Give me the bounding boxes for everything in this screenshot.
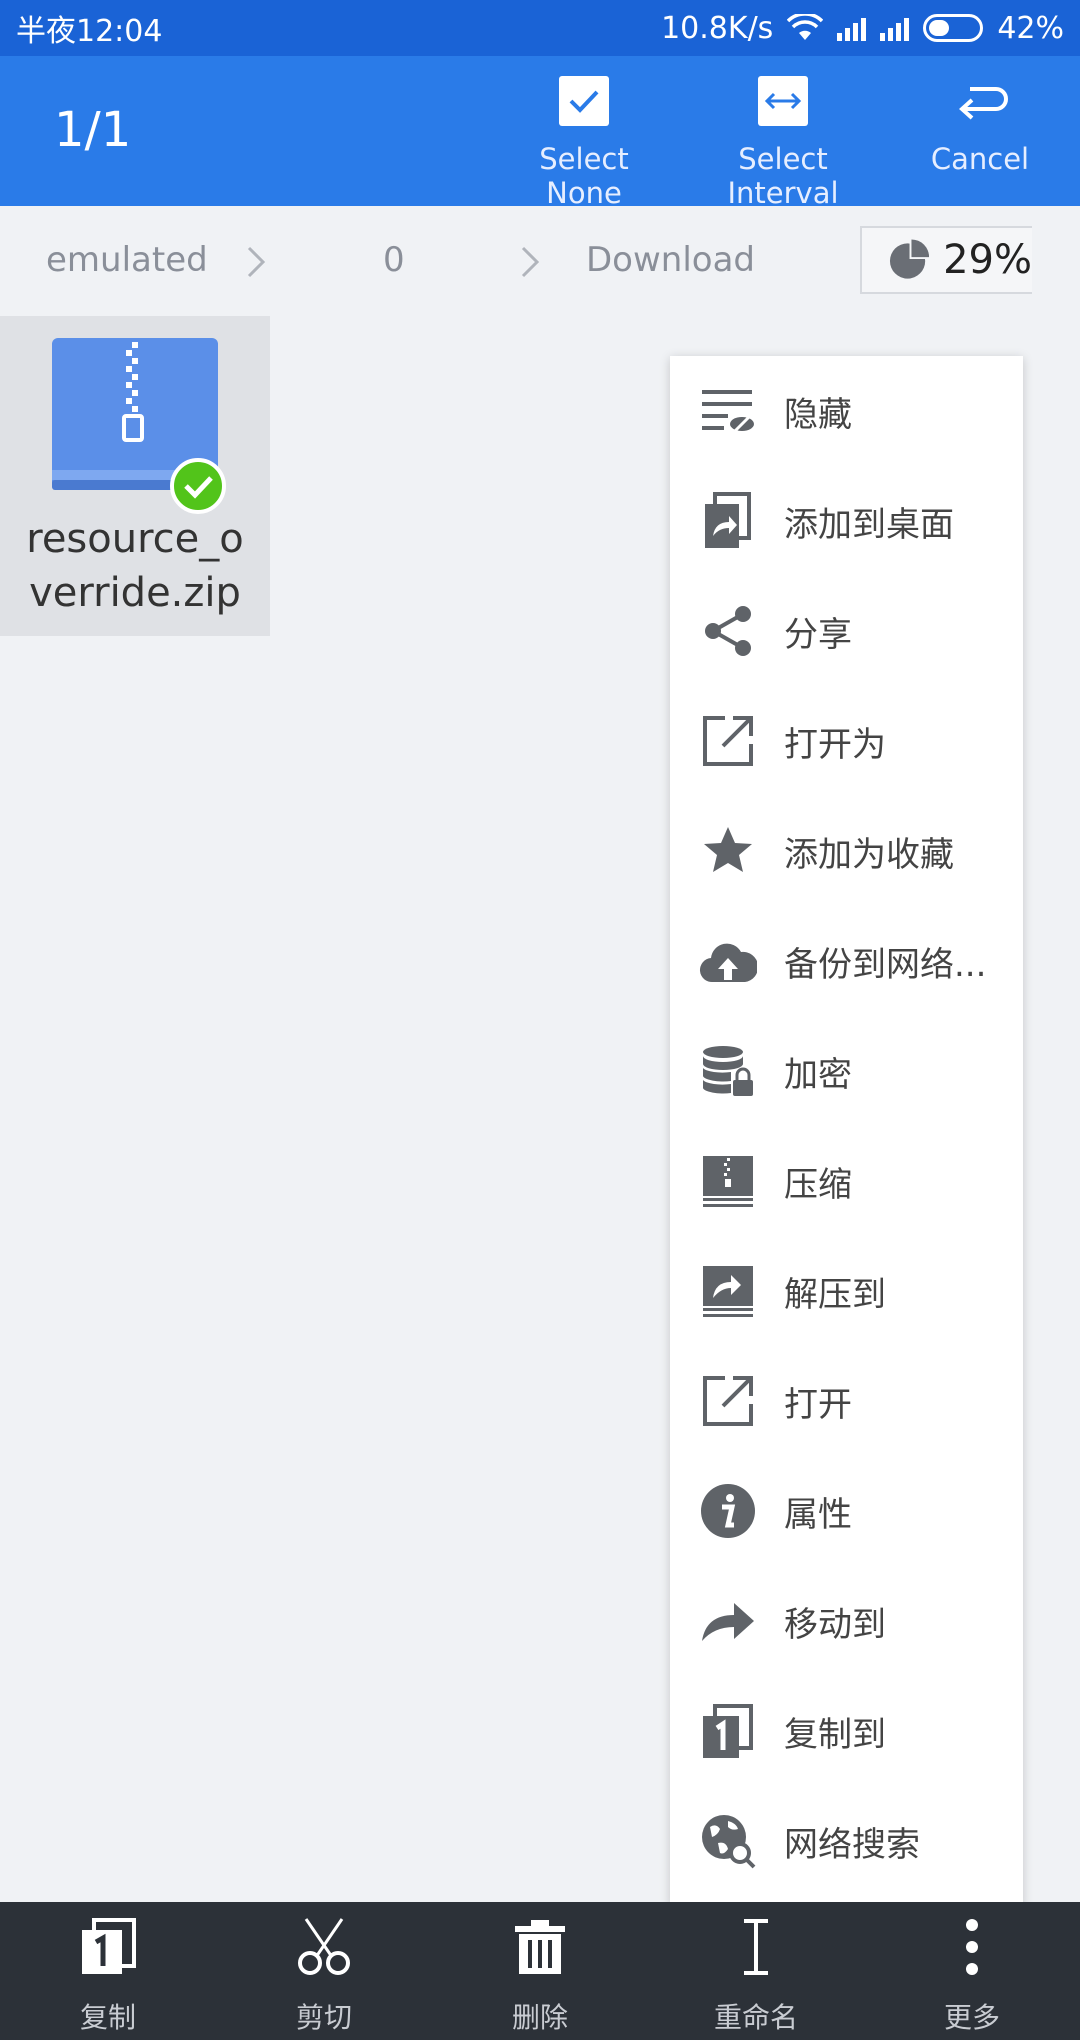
add-to-desktop-icon: [698, 491, 758, 551]
cloud-upload-icon: [698, 931, 758, 991]
rename-button[interactable]: 重命名: [648, 1902, 864, 2040]
menu-item-hide[interactable]: 隐藏: [670, 356, 1023, 466]
more-label: 更多: [943, 2001, 1000, 2034]
open-icon: [698, 1371, 758, 1431]
cancel-button[interactable]: Cancel: [925, 76, 1035, 176]
wifi-icon: [787, 14, 824, 40]
menu-item-encrypt[interactable]: 加密: [670, 1016, 1023, 1126]
menu-item-backup-network[interactable]: 备份到网络...: [670, 906, 1023, 1016]
select-interval-label: Select Interval: [727, 142, 839, 210]
compress-icon: [698, 1151, 758, 1211]
file-item[interactable]: resource_o verride.zip: [0, 316, 270, 636]
menu-item-open-as[interactable]: 打开为: [670, 686, 1023, 796]
select-none-button[interactable]: Select None: [504, 76, 664, 210]
network-speed: 10.8K/s: [661, 10, 774, 46]
selection-count: 1/1: [54, 102, 132, 158]
hide-icon: [698, 381, 758, 441]
menu-item-open[interactable]: 打开: [670, 1346, 1023, 1456]
copy-to-icon: [698, 1701, 758, 1761]
delete-label: 删除: [511, 2001, 568, 2034]
select-interval-button[interactable]: Select Interval: [688, 76, 878, 210]
breadcrumb-0[interactable]: 0: [383, 240, 405, 280]
rename-label: 重命名: [713, 2001, 798, 2034]
encrypt-icon: [698, 1041, 758, 1101]
signal-icon-2: [880, 15, 910, 41]
status-time: 半夜12:04: [16, 14, 163, 49]
checkbox-icon: [559, 76, 609, 126]
select-none-label: Select None: [539, 142, 629, 210]
menu-item-add-favorite[interactable]: 添加为收藏: [670, 796, 1023, 906]
menu-item-share[interactable]: 分享: [670, 576, 1023, 686]
scissors-icon: [289, 1912, 359, 1982]
storage-percent: 29%: [943, 237, 1032, 283]
share-icon: [698, 601, 758, 661]
breadcrumb-emulated[interactable]: emulated: [46, 240, 208, 280]
cut-button[interactable]: 剪切: [216, 1902, 432, 2040]
move-icon: [698, 1591, 758, 1651]
bottom-action-bar: 复制 剪切 删除 重命名 更多: [0, 1902, 1080, 2040]
menu-item-copy-to[interactable]: 复制到: [670, 1676, 1023, 1786]
menu-item-properties[interactable]: 属性: [670, 1456, 1023, 1566]
chevron-right-icon: [521, 246, 540, 278]
battery-icon: [923, 14, 984, 42]
delete-button[interactable]: 删除: [432, 1902, 648, 2040]
chevron-right-icon: [247, 246, 266, 278]
signal-icon: [837, 15, 867, 41]
menu-item-move-to[interactable]: 移动到: [670, 1566, 1023, 1676]
copy-label: 复制: [79, 2001, 136, 2034]
status-bar: 半夜12:04 10.8K/s 42%: [0, 0, 1080, 56]
star-icon: [698, 821, 758, 881]
open-as-icon: [698, 711, 758, 771]
cut-label: 剪切: [295, 2001, 352, 2034]
copy-button[interactable]: 复制: [0, 1902, 216, 2040]
copy-icon: [73, 1912, 143, 1982]
text-cursor-icon: [721, 1912, 791, 1982]
breadcrumb-download[interactable]: Download: [586, 240, 755, 280]
menu-item-extract-to[interactable]: 解压到: [670, 1236, 1023, 1346]
interval-icon: [758, 76, 808, 126]
battery-percent: 42%: [997, 10, 1064, 46]
web-search-icon: [698, 1811, 758, 1871]
menu-item-web-search[interactable]: 网络搜索: [670, 1786, 1023, 1896]
cancel-label: Cancel: [930, 142, 1030, 176]
menu-item-add-to-desktop[interactable]: 添加到桌面: [670, 466, 1023, 576]
more-button[interactable]: 更多: [864, 1902, 1080, 2040]
menu-item-compress[interactable]: 压缩: [670, 1126, 1023, 1236]
undo-icon: [950, 76, 1010, 126]
more-vert-icon: [937, 1912, 1007, 1982]
selection-toolbar: 1/1 Select None Select Interval Cancel: [0, 56, 1080, 210]
storage-usage-button[interactable]: 29%: [860, 226, 1032, 294]
pie-chart-icon: [889, 239, 930, 279]
info-icon: [698, 1481, 758, 1541]
file-name: resource_o verride.zip: [26, 516, 244, 616]
trash-icon: [505, 1912, 575, 1982]
check-badge-icon: [170, 458, 226, 514]
context-menu: 隐藏 添加到桌面 分享 打开为 添加为收藏 备份到网络... 加密 压缩 解压到…: [670, 356, 1023, 1906]
extract-icon: [698, 1261, 758, 1321]
